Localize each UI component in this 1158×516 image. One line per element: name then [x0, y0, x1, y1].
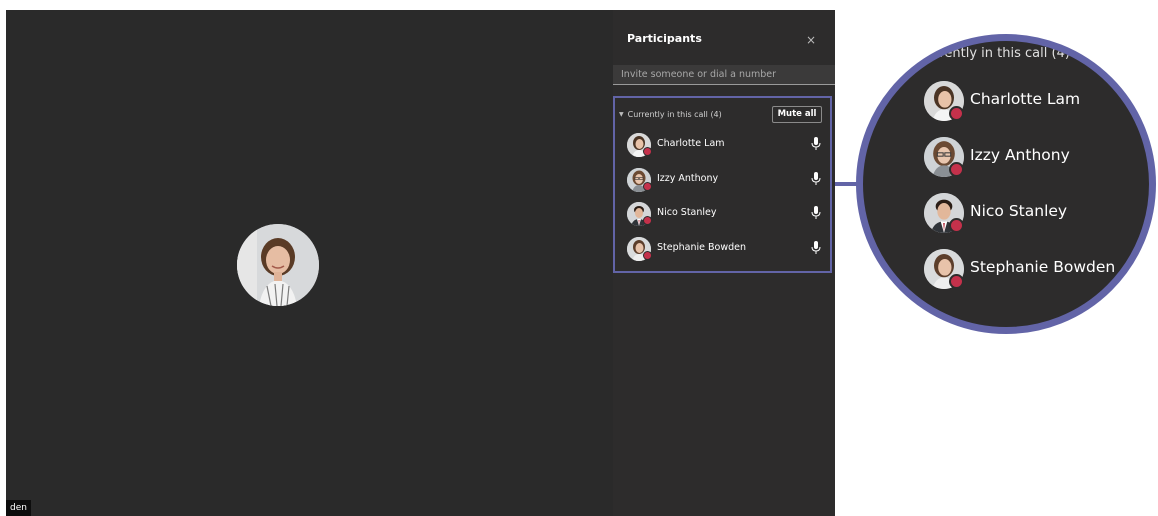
microphone-icon[interactable] [811, 206, 821, 220]
zoomed-participant-row: Nico Stanley [924, 193, 1149, 233]
name-tag: den [6, 500, 31, 516]
zoom-callout: urrently in this call (4) Charlotte Lam … [856, 34, 1156, 334]
active-speaker-avatar [237, 224, 319, 306]
participant-name: Charlotte Lam [970, 90, 1081, 108]
invite-input[interactable] [613, 65, 835, 85]
microphone-icon[interactable] [811, 172, 821, 186]
zoomed-participant-row: Stephanie Bowden [924, 249, 1149, 289]
status-badge [643, 147, 652, 156]
caret-down-icon: ▼ [619, 111, 624, 118]
participant-name: Nico Stanley [657, 207, 717, 218]
participant-row[interactable]: Stephanie Bowden [627, 237, 825, 261]
microphone-icon[interactable] [811, 241, 821, 255]
participant-row[interactable]: Izzy Anthony [627, 168, 825, 192]
mute-all-button[interactable]: Mute all [772, 106, 822, 123]
zoomed-participant-row: Charlotte Lam [924, 81, 1149, 121]
participant-name: Stephanie Bowden [970, 258, 1116, 276]
section-toggle[interactable]: ▼ Currently in this call (4) [619, 110, 722, 119]
status-badge [949, 106, 964, 121]
participants-panel: Participants × ▼ Currently in this call … [613, 10, 835, 516]
status-badge [949, 162, 964, 177]
participant-row[interactable]: Nico Stanley [627, 202, 825, 226]
participant-name: Charlotte Lam [657, 138, 725, 149]
zoomed-section-label: urrently in this call (4) [926, 46, 1070, 61]
video-stage: den [6, 10, 613, 516]
status-badge [643, 182, 652, 191]
teams-call-window: den Participants × ▼ Currently in this c… [6, 10, 835, 516]
participant-name: Stephanie Bowden [657, 242, 746, 253]
section-label: Currently in this call (4) [627, 110, 722, 119]
current-participants-section: ▼ Currently in this call (4) Mute all Ch… [613, 96, 832, 273]
panel-title: Participants [627, 32, 702, 45]
status-badge [949, 274, 964, 289]
microphone-icon[interactable] [811, 137, 821, 151]
participant-name: Nico Stanley [970, 202, 1068, 220]
status-badge [949, 218, 964, 233]
status-badge [643, 251, 652, 260]
participant-name: Izzy Anthony [657, 173, 719, 184]
participant-name: Izzy Anthony [970, 146, 1070, 164]
close-icon[interactable]: × [805, 34, 817, 46]
status-badge [643, 216, 652, 225]
zoomed-participant-row: Izzy Anthony [924, 137, 1149, 177]
participant-row[interactable]: Charlotte Lam [627, 133, 825, 157]
